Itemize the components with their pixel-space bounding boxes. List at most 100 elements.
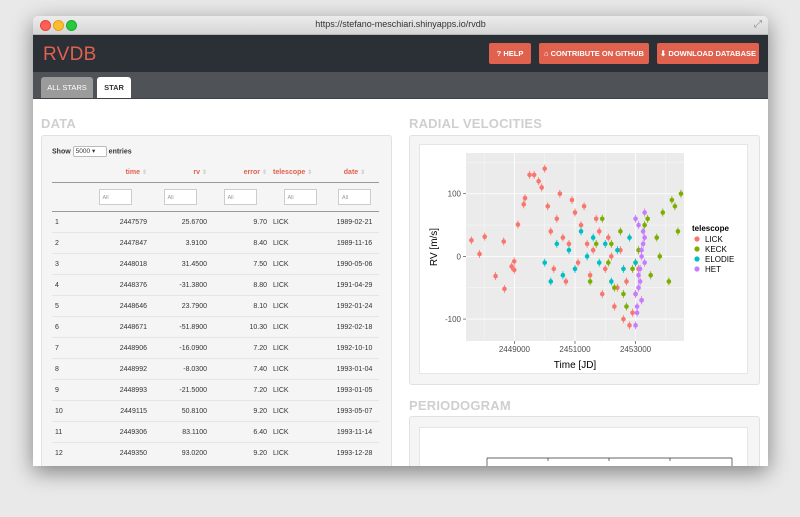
- data-point-lick: [522, 195, 528, 201]
- data-point-het: [633, 291, 638, 297]
- table-row[interactable]: 3 2448018 31.4500 7.50 LICK 1990-05-06: [52, 253, 379, 275]
- filter-input-telescope[interactable]: All: [283, 189, 317, 205]
- data-point-lick: [482, 234, 488, 239]
- data-point-lick: [542, 166, 548, 171]
- data-point-het: [639, 297, 644, 303]
- time-cell: 2448906: [80, 337, 150, 359]
- column-header-error[interactable]: error ⇕: [210, 162, 270, 183]
- contribute-github-button[interactable]: ⌂ CONTRIBUTE ON GITHUB: [539, 43, 649, 64]
- data-point-keck: [669, 197, 675, 203]
- radial-velocities-section-title: RADIAL VELOCITIES: [409, 116, 543, 131]
- fullscreen-icon[interactable]: ⤢: [754, 19, 762, 30]
- data-point-lick: [627, 323, 632, 328]
- rv-cell: 3.9100: [150, 232, 210, 254]
- telescope-cell: LICK: [270, 379, 330, 401]
- filter-input-error[interactable]: All: [223, 189, 257, 205]
- column-header-time[interactable]: time ⇕: [80, 162, 150, 183]
- data-point-lick: [624, 279, 629, 284]
- data-point-elodie: [621, 266, 626, 272]
- row-index: 2: [52, 232, 80, 254]
- page-length-select[interactable]: 5000 ▾: [72, 146, 107, 157]
- data-point-elodie: [602, 241, 608, 247]
- data-point-het: [639, 254, 644, 259]
- column-header-telescope[interactable]: telescope ⇕: [270, 162, 330, 183]
- error-cell: 9.70: [210, 211, 270, 233]
- data-point-lick: [477, 251, 482, 257]
- page-length-control: Show 5000 ▾ entries: [52, 146, 132, 157]
- table-row[interactable]: 4 2448376 -31.3800 8.80 LICK 1991-04-29: [52, 274, 379, 296]
- telescope-cell: LICK: [270, 211, 330, 233]
- data-point-keck: [599, 216, 605, 222]
- row-index: 8: [52, 358, 80, 380]
- data-point-elodie: [609, 279, 614, 284]
- rv-plot-card: 2449000 2451000 2453000 -100 0 100 Time [JD] RV…: [419, 144, 748, 374]
- data-point-het: [633, 323, 638, 328]
- data-point-het: [640, 229, 646, 234]
- row-index: 5: [52, 295, 80, 317]
- legend-key-keck: [694, 246, 700, 252]
- brand-logo[interactable]: RVDB: [43, 44, 97, 66]
- telescope-cell: LICK: [270, 316, 330, 338]
- data-point-lick: [551, 266, 557, 272]
- time-cell: 2447579: [80, 211, 150, 233]
- legend-title: telescope: [692, 224, 729, 233]
- column-header-date[interactable]: date ⇕: [330, 162, 379, 183]
- date-cell: 1992-10-10: [330, 337, 379, 359]
- address-bar-url[interactable]: https://stefano-meschiari.shinyapps.io/r…: [33, 19, 768, 29]
- data-point-het: [636, 272, 641, 278]
- entries-label: entries: [108, 148, 132, 156]
- legend-label-het: HET: [705, 265, 721, 274]
- filter-input-time[interactable]: All: [98, 189, 132, 205]
- data-point-keck: [657, 254, 663, 259]
- data-point-lick: [539, 185, 544, 190]
- filter-cell-telescope: All: [270, 182, 330, 212]
- help-button[interactable]: ? HELP: [489, 43, 531, 64]
- data-point-elodie: [615, 247, 620, 253]
- data-point-het: [642, 260, 647, 265]
- data-point-lick: [566, 241, 572, 247]
- data-point-keck: [648, 272, 653, 278]
- data-point-het: [633, 216, 638, 222]
- data-point-lick: [572, 210, 578, 215]
- download-database-button[interactable]: ⬇ DOWNLOAD DATABASE: [657, 43, 759, 64]
- table-row[interactable]: 2 2447847 3.9100 8.40 LICK 1989-11-16: [52, 232, 379, 254]
- table-row[interactable]: 7 2448906 -16.0900 7.20 LICK 1992-10-10: [52, 337, 379, 359]
- telescope-cell: LICK: [270, 400, 330, 422]
- y-tick-label: -100: [445, 315, 462, 324]
- rv-scatter-chart: 2449000 2451000 2453000 -100 0 100 Time [JD] RV…: [429, 153, 734, 371]
- data-point-lick: [581, 203, 587, 209]
- table-row[interactable]: 6 2448671 -51.8900 10.30 LICK 1992-02-18: [52, 316, 379, 338]
- data-point-keck: [593, 241, 599, 247]
- date-cell: 1991-04-29: [330, 274, 379, 296]
- data-point-lick: [531, 172, 537, 178]
- tab-star[interactable]: STAR: [97, 77, 131, 98]
- column-header-rv[interactable]: rv ⇕: [150, 162, 210, 183]
- data-point-keck: [606, 260, 611, 265]
- table-row[interactable]: 10 2449115 50.8100 9.20 LICK 1993-05-07: [52, 400, 379, 422]
- time-cell: 2448992: [80, 358, 150, 380]
- error-cell: 7.20: [210, 379, 270, 401]
- data-point-lick: [609, 254, 614, 259]
- tab-all-stars[interactable]: ALL STARS: [41, 77, 93, 98]
- telescope-cell: LICK: [270, 421, 330, 443]
- table-row[interactable]: 1 2447579 25.6700 9.70 LICK 1989-02-21: [52, 211, 379, 233]
- filter-input-rv[interactable]: All: [163, 189, 197, 205]
- date-cell: 1993-05-07: [330, 400, 379, 422]
- data-point-lick: [511, 259, 517, 264]
- table-row[interactable]: 11 2449306 83.1100 6.40 LICK 1993-11-14: [52, 421, 379, 443]
- error-cell: 6.40: [210, 421, 270, 443]
- table-row[interactable]: 8 2448992 -8.0300 7.40 LICK 1993-01-04: [52, 358, 379, 380]
- table-row[interactable]: 12 2449350 93.0200 9.20 LICK 1993-12-28: [52, 442, 379, 463]
- table-row[interactable]: 9 2448993 -21.5000 7.20 LICK 1993-01-05: [52, 379, 379, 401]
- browser-titlebar: https://stefano-meschiari.shinyapps.io/r…: [33, 16, 768, 35]
- data-point-lick: [501, 239, 507, 244]
- filter-input-date[interactable]: All: [338, 189, 371, 205]
- time-cell: 2449115: [80, 400, 150, 422]
- data-point-elodie: [542, 260, 548, 265]
- table-row[interactable]: 5 2448646 23.7900 8.10 LICK 1992-01-24: [52, 295, 379, 317]
- time-cell: 2448018: [80, 253, 150, 275]
- data-point-lick: [612, 304, 617, 309]
- periodogram-chart: [486, 457, 733, 466]
- data-point-elodie: [596, 260, 602, 265]
- time-cell: 2448993: [80, 379, 150, 401]
